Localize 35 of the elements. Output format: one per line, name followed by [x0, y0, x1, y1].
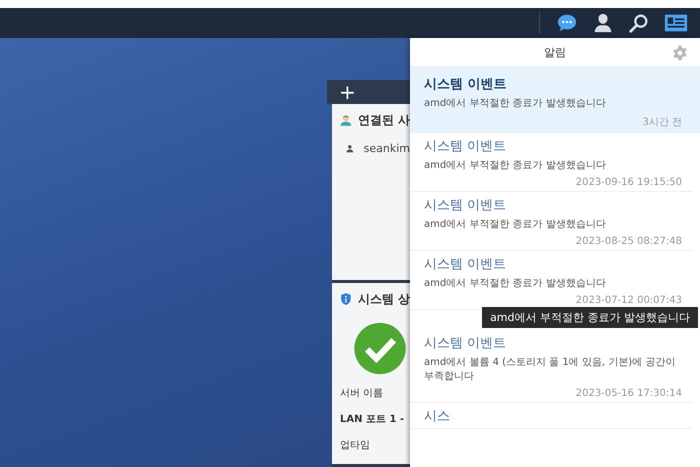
notification-message: amd에서 부적절한 종료가 발생했습니다: [424, 277, 607, 291]
notification-time: 2023-05-16 17:30:14: [576, 388, 682, 399]
widget-title: 연결된 사: [358, 112, 410, 128]
field-label: 서버 이름: [340, 387, 384, 400]
notification-message: amd에서 볼륨 4 (스토리지 풀 1에 있음, 기본)에 공간이 부족합니다: [424, 356, 676, 384]
notification-title: 시스: [424, 408, 451, 425]
notification-time: 3시간 전: [642, 116, 682, 129]
field-label: LAN 포트 1 -: [340, 413, 406, 426]
notification-title: 시스템 이벤트: [424, 76, 508, 93]
notification-item[interactable]: 시스템 이벤트 amd에서 부적절한 종료가 발생했습니다 2023-08-25 08:27:48: [410, 192, 692, 251]
notification-item[interactable]: 시스템 이벤트 amd에서 볼륨 4 (스토리지 풀 1에 있음, 기본)에 공간이 부족합니다 2023-05-16 17:30:14: [410, 330, 692, 403]
widget-title: 시스템 상: [358, 290, 410, 308]
user-icon: [346, 142, 354, 155]
user-icon[interactable]: [592, 12, 614, 34]
notification-title: 시스템 이벤트: [424, 256, 508, 273]
notification-item[interactable]: 시스: [410, 403, 692, 429]
chat-icon[interactable]: [556, 12, 578, 34]
notification-title: 시스템 이벤트: [424, 138, 508, 155]
notification-time: 2023-09-16 19:15:50: [576, 177, 682, 188]
notification-time: 2023-08-25 08:27:48: [576, 236, 682, 247]
tooltip: amd에서 부적절한 종료가 발생했습니다: [482, 307, 698, 328]
notification-message: amd에서 부적절한 종료가 발생했습니다: [424, 97, 607, 111]
user-name: seankim: [364, 142, 410, 155]
notification-item[interactable]: 시스템 이벤트 amd에서 부적절한 종료가 발생했습니다 2023-09-16 19:15:50: [410, 133, 692, 192]
field-label: 업타임: [340, 439, 371, 452]
add-widget-button[interactable]: +: [339, 82, 356, 102]
notification-title: 시스템 이벤트: [424, 335, 508, 352]
notification-item[interactable]: 시스템 이벤트 amd에서 부적절한 종료가 발생했습니다 3시간 전: [410, 66, 700, 133]
notification-message: amd에서 부적절한 종료가 발생했습니다: [424, 218, 607, 232]
panel-title: 알림: [544, 44, 566, 60]
notification-time: 2023-07-12 00:07:43: [576, 295, 682, 306]
notification-title: 시스템 이벤트: [424, 197, 508, 214]
search-icon[interactable]: [628, 12, 650, 34]
id-card-icon[interactable]: [664, 12, 688, 34]
notification-message: amd에서 부적절한 종료가 발생했습니다: [424, 159, 607, 173]
